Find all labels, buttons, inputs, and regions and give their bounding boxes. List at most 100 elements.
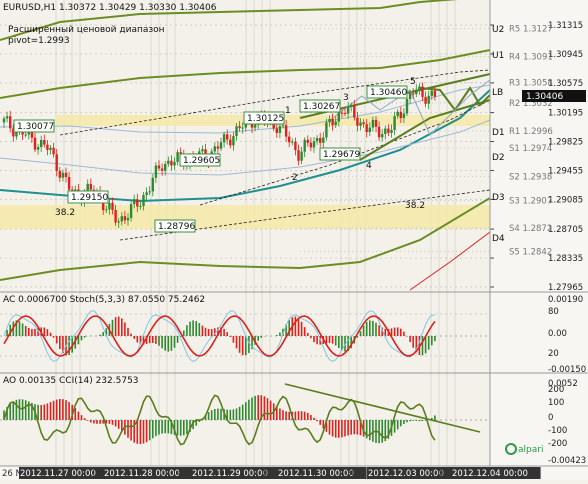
candle-body [393, 116, 396, 131]
time-label: 2012.11.30 00:00 [278, 469, 354, 479]
candle-body [421, 86, 424, 97]
pivot-value: pivot=1.2993 [8, 36, 70, 46]
candle-body [346, 106, 350, 114]
candle-body [120, 216, 123, 222]
day-stripe [245, 0, 247, 466]
day-stripe [63, 0, 65, 466]
candle-body [288, 136, 291, 143]
ac-tick-label: 0.00 [548, 329, 567, 339]
level-label-s5: S5 1.2842 [509, 247, 552, 257]
ao-tick-label: 200 [548, 385, 564, 395]
price-tag-label: 1.30125 [247, 114, 284, 124]
candle-body [49, 147, 52, 150]
candle-body [136, 199, 139, 207]
price-tag-label: 1.29679 [323, 150, 360, 160]
candle-body [396, 111, 399, 117]
time-label: 2012.11.28 00:00 [104, 469, 180, 479]
time-label: 26 N [2, 469, 22, 479]
candle-body [371, 119, 375, 128]
candle-body [164, 164, 167, 171]
candle-body [340, 112, 344, 114]
candle-body [36, 147, 40, 150]
day-stripe [356, 0, 358, 466]
candle-body [353, 104, 356, 118]
candle-body [151, 177, 154, 192]
price-tick-label: 1.30575 [548, 79, 583, 89]
candle-body [312, 141, 316, 148]
time-label: 2012.12.03 00:00 [368, 469, 444, 479]
candle-body [9, 116, 12, 129]
candle-body [5, 116, 9, 119]
candle-body [368, 127, 371, 133]
level-label-s3: S3 1.2907 [509, 197, 552, 207]
symbol-header: EURUSD,H1 1.30372 1.30429 1.30330 1.3040… [3, 3, 217, 13]
candle-body [405, 99, 409, 114]
candle-body [173, 161, 176, 166]
level-label-r5: R5 1.3127 [509, 25, 553, 35]
level-label-r4: R4 1.3091 [509, 53, 553, 63]
ao-tick-label: -100 [548, 426, 567, 436]
candle-body [399, 111, 402, 118]
candle-body [365, 124, 368, 133]
candle-body [148, 191, 151, 193]
day-stripe [55, 0, 57, 466]
candle-body [300, 151, 303, 161]
candle-body [356, 117, 359, 126]
time-label: 2012.11.29 00:00 [192, 469, 268, 479]
level-label-s4: S4 1.2872 [509, 224, 552, 234]
candle-body [167, 160, 170, 165]
price-tick-label: 1.29085 [548, 195, 583, 205]
time-label: 2012.11.27 00:00 [20, 469, 96, 479]
candle-body [108, 202, 111, 210]
candle-body [52, 147, 55, 155]
day-stripe [71, 0, 73, 466]
candle-body [408, 93, 412, 100]
wave-label-4: 4 [366, 161, 372, 171]
price-tick-label: 1.28705 [548, 225, 583, 235]
ac-tick-label: 20 [548, 349, 559, 359]
candle-body [222, 134, 226, 143]
ac-tick-label: 0.00190 [548, 295, 583, 305]
day-stripe [269, 0, 271, 466]
candle-body [350, 104, 353, 107]
candle-body [176, 152, 179, 162]
ac-tick-label: 80 [548, 307, 559, 317]
day-stripe [158, 0, 160, 466]
candle-body [117, 221, 120, 223]
candle-body [129, 204, 133, 218]
candle-body [315, 137, 319, 142]
candle-body [46, 144, 49, 150]
level-label-r3: R3 1.3058 [509, 78, 553, 88]
candle-body [170, 160, 173, 166]
candle-body [297, 150, 300, 161]
candle-body [126, 217, 130, 221]
price-tag-label: 1.29150 [71, 193, 108, 203]
pivot-label-u1: U1 [492, 51, 504, 61]
candle-body [114, 210, 117, 223]
candle-body [427, 95, 430, 104]
price-axis [490, 0, 588, 480]
day-stripe [438, 0, 440, 466]
day-stripe [454, 0, 456, 466]
price-tag-label: 1.30077 [17, 122, 54, 132]
candle-body [418, 86, 421, 90]
candle-body [160, 168, 164, 171]
time-label: 02: [262, 469, 276, 479]
candle-body [201, 149, 204, 152]
candle-body [331, 118, 334, 126]
ao-tick-label: 0 [548, 413, 553, 423]
chart-canvas: 1.30077 1.30125 1.30267 1.30460 1.29605 1.296… [0, 0, 588, 480]
pivot-label-d1: D1 [492, 128, 505, 138]
candle-body [58, 170, 61, 178]
price-tick-label: 1.30945 [548, 50, 583, 60]
day-stripe [364, 0, 366, 466]
candle-body [123, 216, 127, 221]
candle-body [328, 118, 331, 123]
candle-body [61, 172, 65, 178]
candle-body [284, 125, 288, 137]
candle-body [362, 122, 365, 125]
candle-body [213, 146, 216, 152]
candle-body [291, 141, 294, 143]
candle-body [334, 121, 337, 126]
pivot-label-lb: LB [492, 88, 503, 98]
